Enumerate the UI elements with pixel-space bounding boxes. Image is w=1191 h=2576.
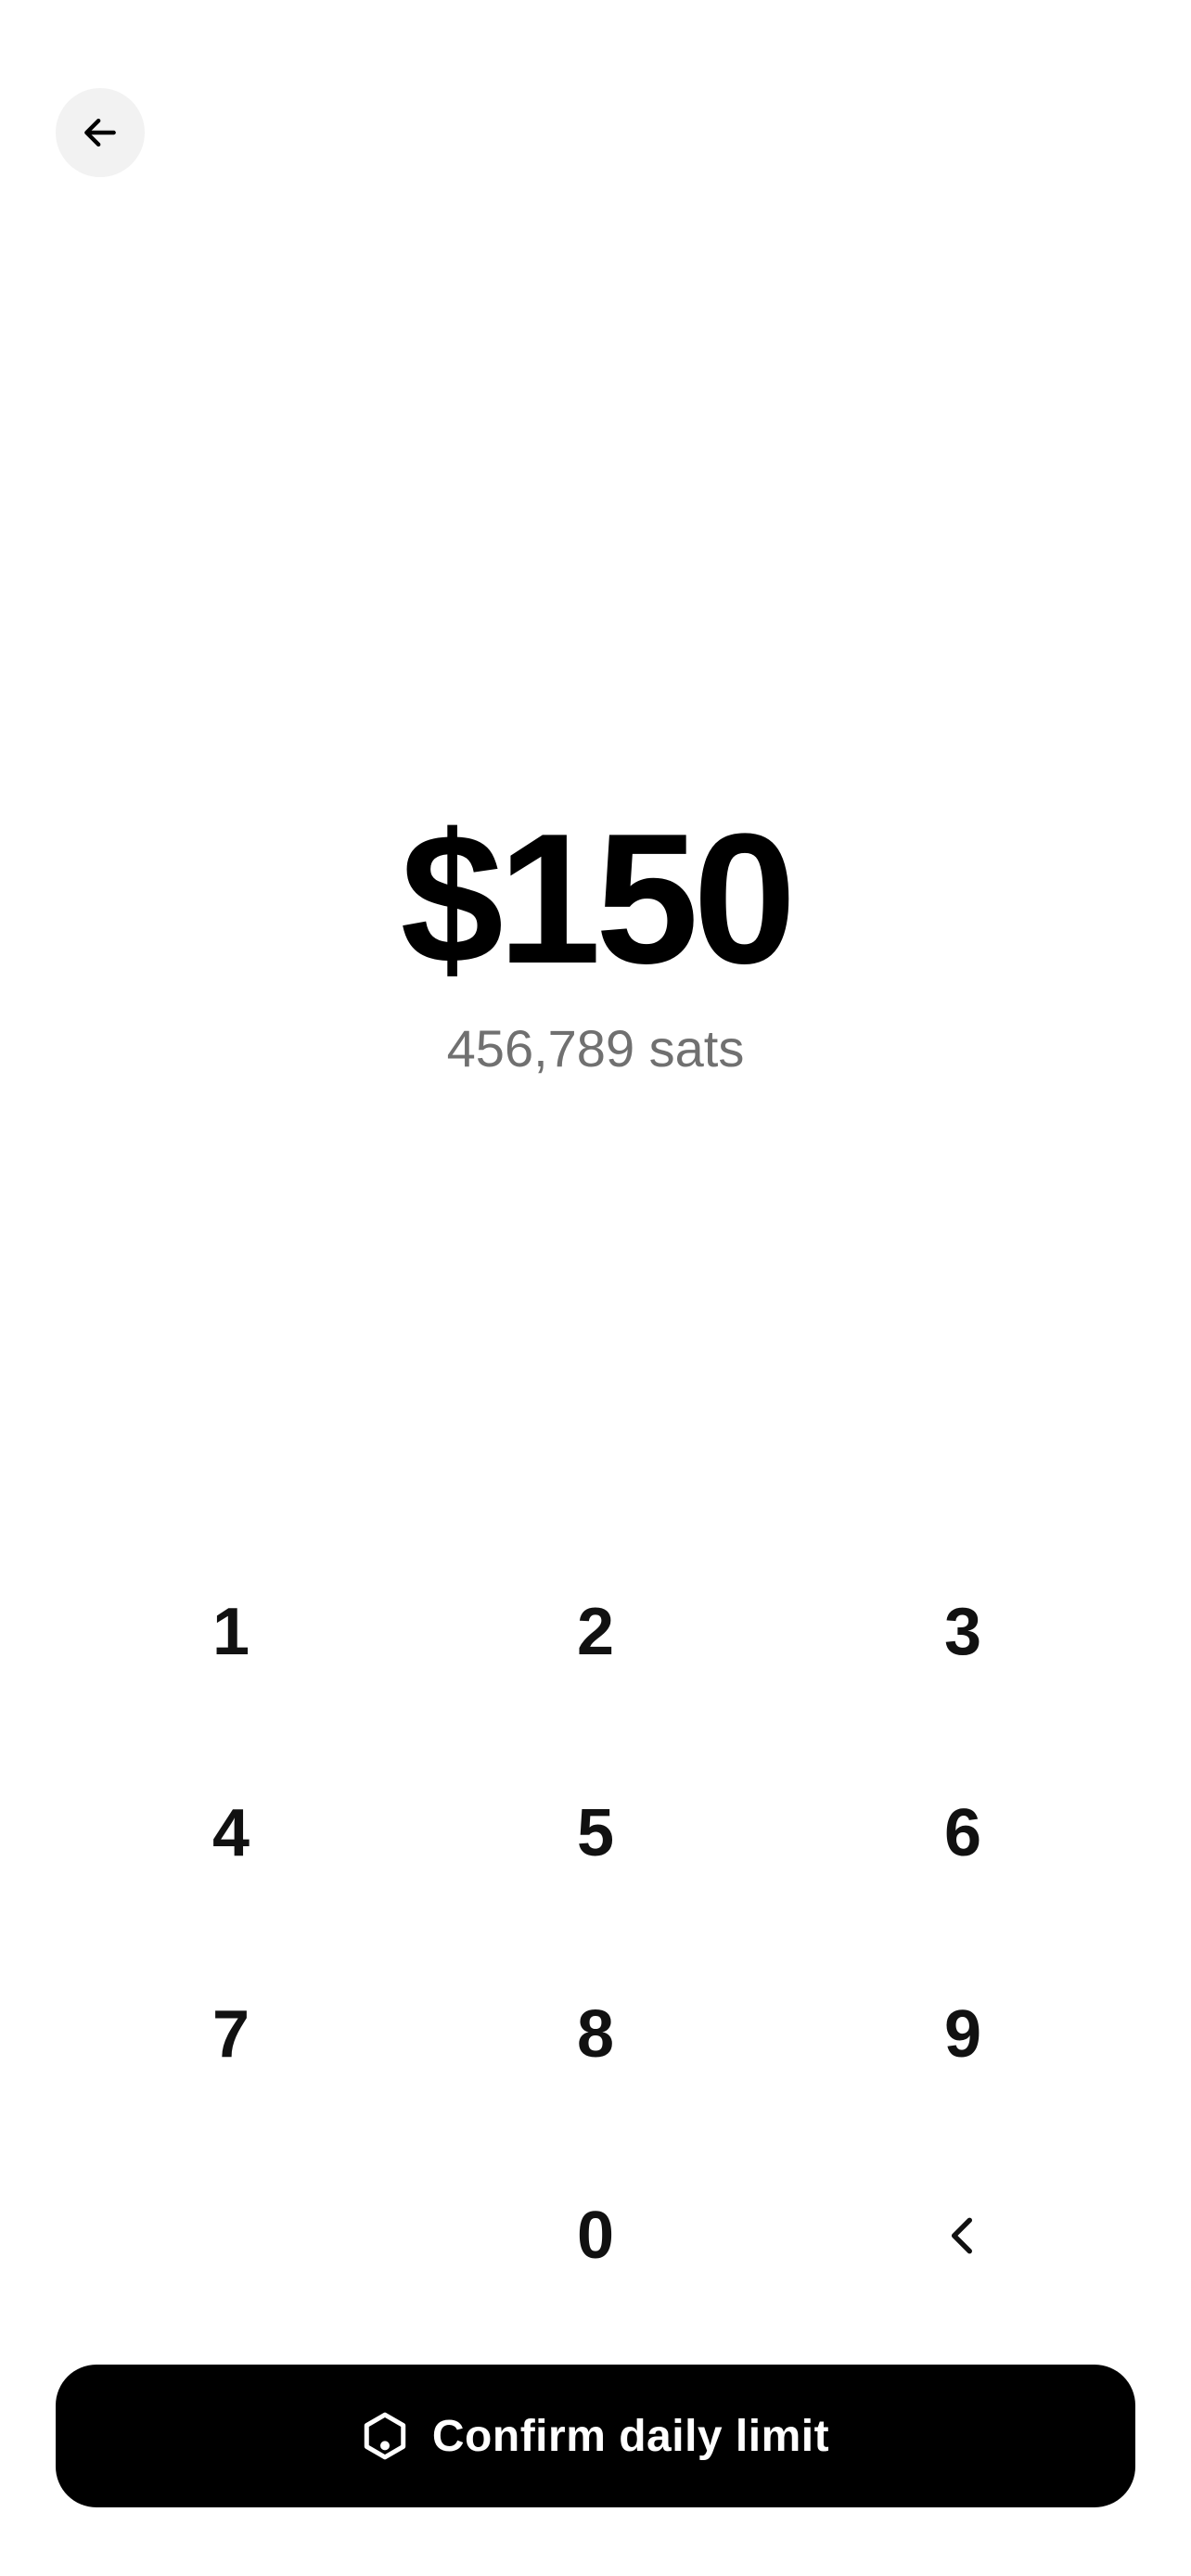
back-button[interactable]: [56, 88, 145, 177]
key-7[interactable]: 7: [92, 1960, 370, 2109]
key-1[interactable]: 1: [92, 1558, 370, 1706]
key-3[interactable]: 3: [824, 1558, 1102, 1706]
chevron-left-icon: [951, 2217, 972, 2254]
backspace-key[interactable]: [824, 2162, 1102, 2310]
amount-fiat: $150: [400, 796, 797, 1002]
key-6[interactable]: 6: [824, 1759, 1102, 1907]
key-0[interactable]: 0: [456, 2162, 735, 2310]
confirm-daily-limit-button[interactable]: Confirm daily limit: [56, 2365, 1135, 2507]
key-9[interactable]: 9: [824, 1960, 1102, 2109]
key-2[interactable]: 2: [456, 1558, 735, 1706]
confirm-button-label: Confirm daily limit: [431, 2411, 830, 2461]
key-5[interactable]: 5: [456, 1759, 735, 1907]
key-8[interactable]: 8: [456, 1960, 735, 2109]
amount-sats: 456,789 sats: [446, 1019, 745, 1078]
key-4[interactable]: 4: [92, 1759, 370, 1907]
hexagon-icon: [364, 2412, 406, 2460]
arrow-left-icon: [84, 118, 116, 147]
